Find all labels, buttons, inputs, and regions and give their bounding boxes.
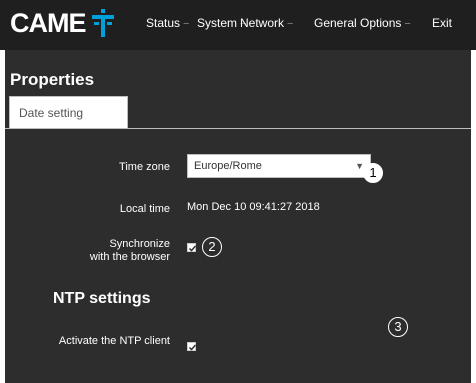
nav-network-menu[interactable]: Network − bbox=[240, 16, 293, 31]
synchronize-label-line1: Synchronize bbox=[109, 238, 170, 250]
nav-general-options-menu[interactable]: General Options − bbox=[314, 16, 411, 31]
tab-date-setting-label: Date setting bbox=[19, 106, 84, 120]
nav-exit[interactable]: Exit bbox=[432, 16, 452, 30]
nav-general-options-label: General Options bbox=[314, 16, 402, 30]
checkmark-icon bbox=[188, 245, 197, 252]
synchronize-browser-checkbox[interactable] bbox=[187, 243, 197, 252]
time-zone-label: Time zone bbox=[119, 161, 170, 173]
time-zone-value: Europe/Rome bbox=[194, 160, 262, 172]
callout-marker-2: 2 bbox=[202, 237, 222, 257]
activate-ntp-checkbox[interactable] bbox=[187, 342, 197, 351]
brand-name: CAME bbox=[10, 8, 86, 38]
nav-status-label: Status bbox=[146, 16, 181, 30]
synchronize-label: Synchronize with the browser bbox=[45, 238, 170, 264]
chevron-down-icon: − bbox=[404, 18, 411, 30]
activate-ntp-label: Activate the NTP client bbox=[58, 335, 170, 347]
local-time-label: Local time bbox=[119, 203, 170, 215]
properties-panel: Properties Date setting Time zone Europe… bbox=[5, 50, 471, 383]
checkmark-icon bbox=[188, 344, 197, 351]
callout-marker-1: 1 bbox=[363, 163, 383, 183]
chevron-down-icon: − bbox=[287, 18, 294, 30]
nav-exit-label: Exit bbox=[432, 16, 453, 30]
came-t-logo-icon bbox=[91, 9, 114, 37]
came-logo[interactable]: CAME bbox=[10, 9, 114, 37]
tab-strip: Date setting bbox=[5, 96, 471, 129]
nav-status-menu[interactable]: Status − bbox=[146, 16, 189, 31]
callout-marker-3: 3 bbox=[388, 317, 408, 337]
top-navigation-bar: CAME Status − System − Network − General Op… bbox=[0, 0, 476, 50]
nav-system-label: System bbox=[197, 16, 238, 30]
local-time-value: Mon Dec 10 09:41:27 2018 bbox=[187, 201, 320, 213]
synchronize-label-line2: with the browser bbox=[89, 251, 170, 263]
ntp-settings-heading: NTP settings bbox=[53, 290, 151, 307]
tab-date-setting[interactable]: Date setting bbox=[9, 96, 128, 128]
chevron-down-icon: − bbox=[183, 18, 190, 30]
main-content: Properties Date setting Time zone Europe… bbox=[0, 50, 476, 383]
time-zone-select[interactable]: Europe/Rome ▼ bbox=[187, 154, 371, 178]
nav-network-label: Network bbox=[240, 16, 285, 30]
page-title: Properties bbox=[10, 70, 95, 89]
